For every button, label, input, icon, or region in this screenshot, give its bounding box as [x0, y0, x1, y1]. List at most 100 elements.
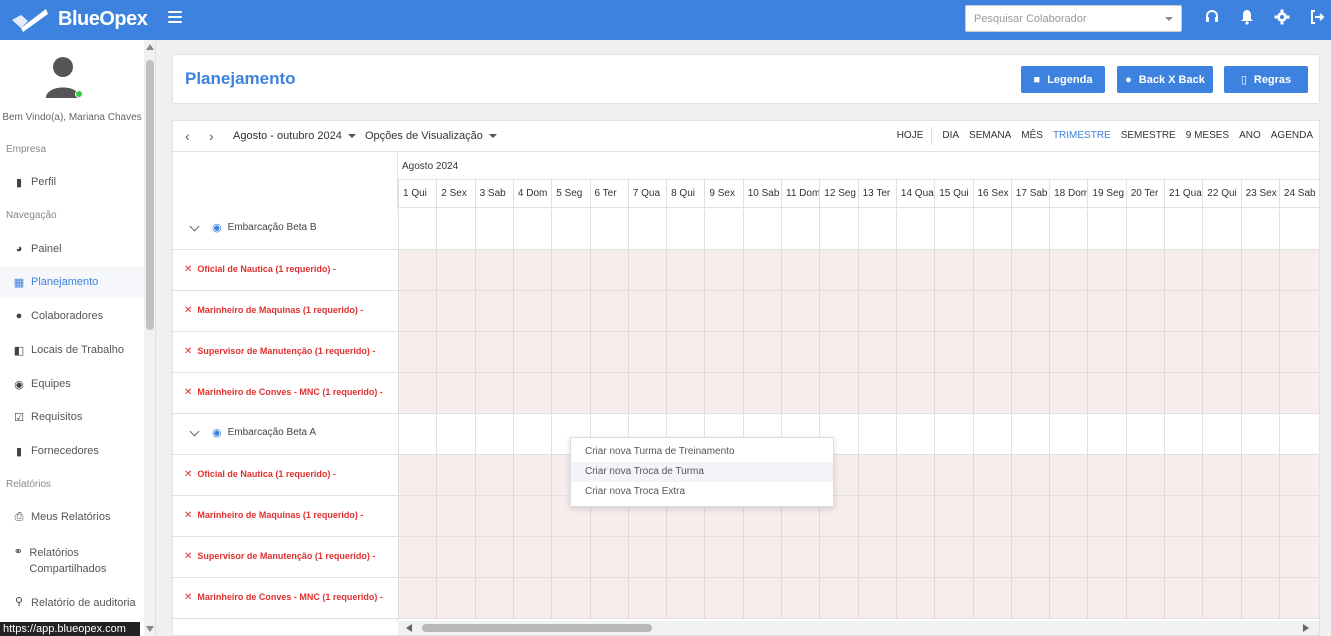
timeline-cell[interactable] — [857, 332, 896, 373]
timeline-cell[interactable] — [436, 414, 474, 455]
timeline-cell[interactable] — [666, 250, 704, 291]
timeline-cell[interactable] — [1049, 332, 1087, 373]
timeline-cell[interactable] — [398, 209, 436, 250]
timeline-cell[interactable] — [972, 291, 1011, 332]
timeline-cell[interactable] — [819, 373, 857, 414]
timeline-cell[interactable] — [436, 332, 474, 373]
timeline-cell[interactable] — [1010, 578, 1049, 619]
menu-item-nova-troca-turma[interactable]: Criar nova Troca de Turma — [571, 462, 833, 482]
gear-icon[interactable] — [1273, 9, 1291, 27]
timeline-cell[interactable] — [934, 209, 972, 250]
timeline-cell[interactable] — [1240, 496, 1279, 537]
scrollbar-thumb[interactable] — [146, 60, 154, 330]
timeline-cell[interactable] — [1202, 537, 1240, 578]
timeline-cell[interactable] — [474, 537, 513, 578]
timeline-cell[interactable] — [627, 209, 666, 250]
timeline-cell[interactable] — [934, 291, 972, 332]
timeline-cell[interactable] — [1087, 537, 1125, 578]
timeline-cell[interactable] — [512, 578, 551, 619]
timeline-cell[interactable] — [781, 373, 819, 414]
timeline-cell[interactable] — [742, 291, 781, 332]
regras-button[interactable]: ▯ Regras — [1224, 66, 1308, 93]
chevron-down-icon[interactable] — [189, 426, 200, 436]
timeline-cell[interactable] — [512, 291, 551, 332]
timeline-cell[interactable] — [781, 209, 819, 250]
timeline-cell[interactable] — [666, 578, 704, 619]
timeline-cell[interactable] — [1278, 332, 1317, 373]
timeline-cell[interactable] — [742, 250, 781, 291]
timeline-cell[interactable] — [589, 209, 628, 250]
sidebar-item-equipes[interactable]: ◉ Equipes — [12, 378, 144, 391]
scroll-down-icon[interactable] — [146, 626, 154, 632]
timeline-cell[interactable] — [589, 578, 628, 619]
requirement-row[interactable]: ✕ Oficial de Nautica (1 requerido) - — [173, 250, 1319, 291]
timeline-cell[interactable] — [819, 537, 857, 578]
timeline-cell[interactable] — [1049, 537, 1087, 578]
timeline-cell[interactable] — [1010, 373, 1049, 414]
timeline-cell[interactable] — [1125, 496, 1164, 537]
timeline-cell[interactable] — [857, 373, 896, 414]
app-logo[interactable]: BlueOpex — [10, 6, 148, 32]
timeline-cell[interactable] — [474, 209, 513, 250]
timeline-cell[interactable] — [781, 578, 819, 619]
timeline-cell[interactable] — [398, 250, 436, 291]
timeline-cell[interactable] — [589, 250, 628, 291]
timeline-cell[interactable] — [1202, 373, 1240, 414]
timeline-cell[interactable] — [1087, 209, 1125, 250]
timeline-cell[interactable] — [1202, 496, 1240, 537]
timeline-cell[interactable] — [474, 291, 513, 332]
timeline-cell[interactable] — [1049, 578, 1087, 619]
timeline-cell[interactable] — [704, 332, 742, 373]
view-mes[interactable]: MÊS — [1021, 130, 1043, 145]
requirement-row[interactable]: ✕ Marinheiro de Maquinas (1 requerido) - — [173, 291, 1319, 332]
bell-icon[interactable] — [1238, 9, 1256, 27]
timeline-cell[interactable] — [1278, 373, 1317, 414]
timeline-cell[interactable] — [551, 578, 589, 619]
sidebar-item-fornecedores[interactable]: ▮ Fornecedores — [12, 445, 144, 458]
timeline-cell[interactable] — [1125, 250, 1164, 291]
timeline-cell[interactable] — [666, 291, 704, 332]
view-options-dropdown[interactable]: Opções de Visualização — [365, 130, 497, 142]
view-dia[interactable]: DIA — [942, 130, 959, 145]
view-ano[interactable]: ANO — [1239, 130, 1261, 145]
requirement-row[interactable]: ✕ Supervisor de Manutenção (1 requerido) … — [173, 537, 1319, 578]
timeline-cell[interactable] — [436, 496, 474, 537]
search-input[interactable] — [966, 6, 1156, 31]
timeline-cell[interactable] — [934, 373, 972, 414]
timeline-cell[interactable] — [1240, 373, 1279, 414]
timeline-cell[interactable] — [1202, 209, 1240, 250]
menu-item-nova-turma-treinamento[interactable]: Criar nova Turma de Treinamento — [571, 442, 833, 462]
timeline-cell[interactable] — [551, 209, 589, 250]
timeline-cell[interactable] — [1202, 455, 1240, 496]
timeline-cell[interactable] — [857, 250, 896, 291]
timeline-cell[interactable] — [1125, 209, 1164, 250]
timeline-cell[interactable] — [436, 578, 474, 619]
timeline-cell[interactable] — [934, 455, 972, 496]
timeline-cell[interactable] — [1240, 414, 1279, 455]
timeline-cell[interactable] — [1240, 332, 1279, 373]
timeline-cell[interactable] — [1087, 414, 1125, 455]
timeline-cell[interactable] — [1278, 209, 1317, 250]
timeline-cell[interactable] — [436, 455, 474, 496]
timeline-cell[interactable] — [972, 332, 1011, 373]
timeline-cell[interactable] — [1202, 250, 1240, 291]
date-range-dropdown[interactable]: Agosto - outubro 2024 — [233, 130, 356, 142]
timeline-cell[interactable] — [934, 414, 972, 455]
timeline-cell[interactable] — [857, 291, 896, 332]
timeline-cell[interactable] — [1164, 250, 1202, 291]
timeline-cell[interactable] — [1087, 373, 1125, 414]
timeline-cell[interactable] — [742, 578, 781, 619]
timeline-cell[interactable] — [1010, 250, 1049, 291]
timeline-cell[interactable] — [1010, 496, 1049, 537]
timeline-cell[interactable] — [819, 209, 857, 250]
timeline-cell[interactable] — [436, 291, 474, 332]
prev-period-icon[interactable]: ‹ — [185, 128, 190, 144]
collaborator-search[interactable] — [965, 5, 1182, 32]
timeline-cell[interactable] — [1202, 414, 1240, 455]
timeline-cell[interactable] — [1010, 332, 1049, 373]
timeline-cell[interactable] — [474, 373, 513, 414]
timeline-cell[interactable] — [1049, 414, 1087, 455]
timeline-cell[interactable] — [1010, 455, 1049, 496]
timeline-cell[interactable] — [972, 496, 1011, 537]
timeline-cell[interactable] — [972, 537, 1011, 578]
